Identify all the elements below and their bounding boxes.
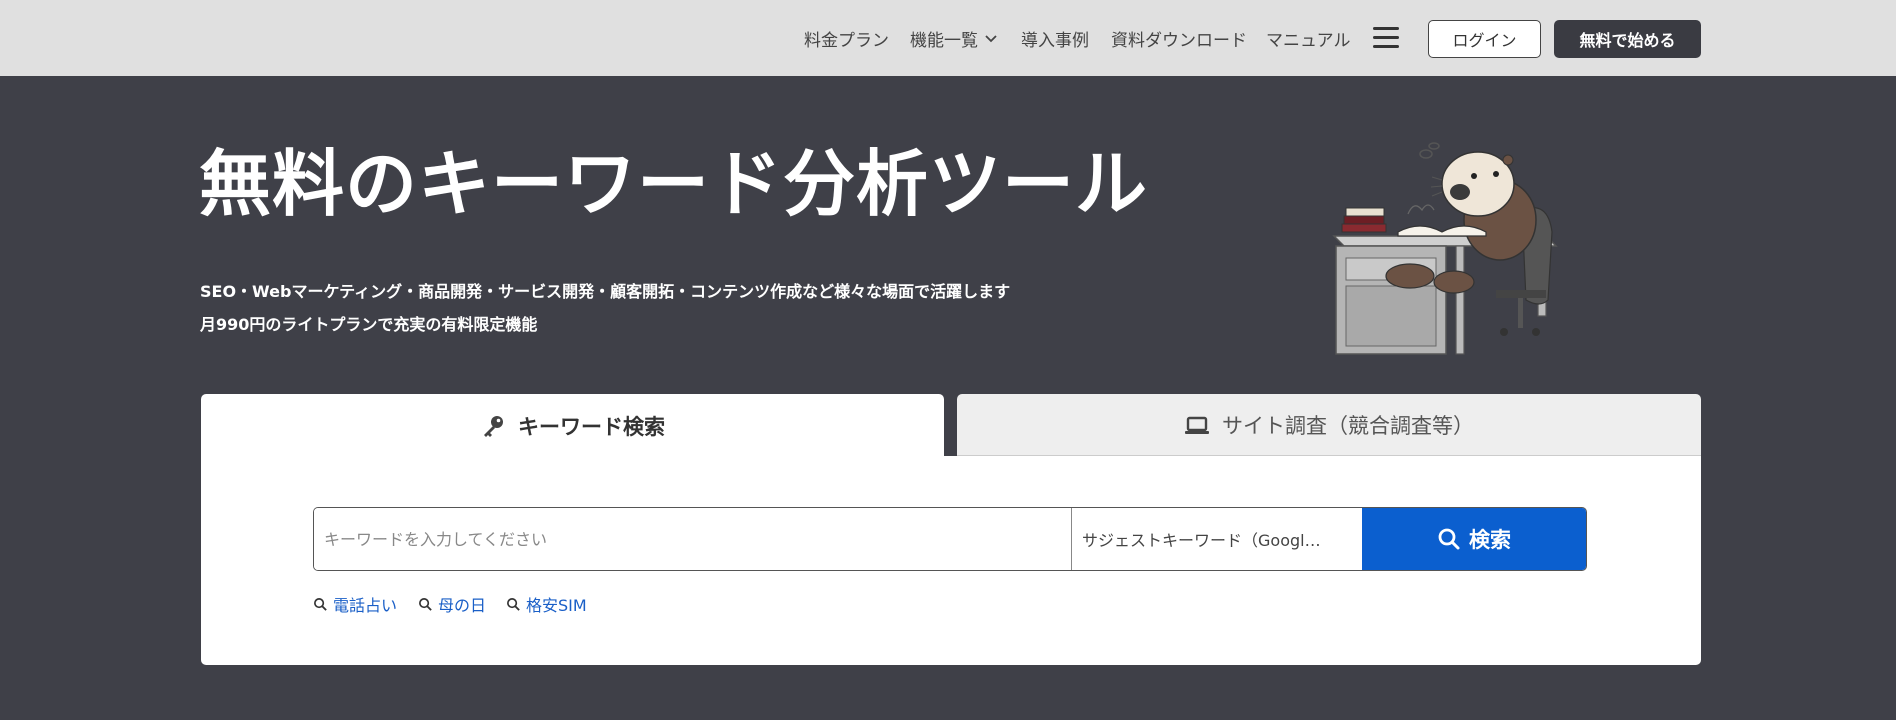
nav-item-case-studies[interactable]: 導入事例 bbox=[1021, 26, 1089, 51]
suggested-keyword-link[interactable]: 格安SIM bbox=[506, 592, 587, 616]
start-free-button[interactable]: 無料で始める bbox=[1554, 20, 1701, 58]
search-icon bbox=[1438, 528, 1460, 550]
hamburger-menu-icon[interactable] bbox=[1373, 27, 1399, 49]
search-type-select[interactable]: サジェストキーワード（Googl… bbox=[1072, 508, 1362, 570]
login-button[interactable]: ログイン bbox=[1428, 20, 1541, 58]
tab-site-research-label: サイト調査（競合調査等） bbox=[1222, 413, 1474, 438]
nav-item-downloads[interactable]: 資料ダウンロード bbox=[1111, 26, 1247, 51]
search-icon bbox=[314, 597, 327, 611]
tab-keyword-search[interactable]: キーワード検索 bbox=[201, 394, 944, 458]
keyword-search-form: サジェストキーワード（Googl… 検索 bbox=[313, 507, 1587, 571]
hero-subtitle: SEO・Webマーケティング・商品開発・サービス開発・顧客開拓・コンテンツ作成な… bbox=[200, 282, 1011, 301]
nav-item-features[interactable]: 機能一覧 bbox=[910, 26, 998, 51]
top-navigation-bar: 料金プラン 機能一覧 導入事例 資料ダウンロード マニュアル ログイン 無料で始… bbox=[0, 0, 1896, 76]
search-icon bbox=[507, 597, 520, 611]
search-button[interactable]: 検索 bbox=[1362, 508, 1586, 570]
suggested-keyword-label: 格安SIM bbox=[526, 596, 587, 615]
search-type-select-value: サジェストキーワード（Googl… bbox=[1082, 531, 1321, 550]
hero-plan-note: 月990円のライトプランで充実の有料限定機能 bbox=[200, 315, 538, 334]
nav-item-manual[interactable]: マニュアル bbox=[1266, 26, 1351, 51]
laptop-icon bbox=[1185, 416, 1209, 434]
search-button-label: 検索 bbox=[1469, 528, 1511, 552]
chevron-down-icon bbox=[985, 35, 997, 43]
suggested-keyword-link[interactable]: 電話占い bbox=[313, 592, 397, 616]
nav-item-features-label: 機能一覧 bbox=[910, 30, 978, 51]
tab-keyword-search-label: キーワード検索 bbox=[518, 415, 665, 439]
suggested-keyword-link[interactable]: 母の日 bbox=[418, 592, 486, 616]
nav-item-pricing[interactable]: 料金プラン bbox=[804, 26, 889, 51]
suggested-keyword-label: 電話占い bbox=[333, 596, 398, 615]
otter-mascot-illustration bbox=[1332, 142, 1558, 355]
suggested-keyword-label: 母の日 bbox=[438, 596, 487, 615]
tab-site-research[interactable]: サイト調査（競合調査等） bbox=[957, 394, 1701, 456]
page-title: 無料のキーワード分析ツール bbox=[199, 142, 1149, 226]
keyword-input[interactable] bbox=[314, 508, 1072, 570]
key-icon bbox=[484, 416, 503, 437]
search-icon bbox=[419, 597, 432, 611]
